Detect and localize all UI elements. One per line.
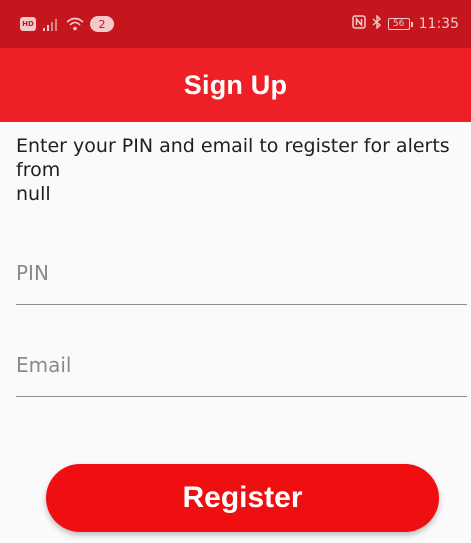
email-field	[16, 337, 467, 397]
email-input[interactable]	[16, 337, 467, 393]
sign-up-screen: HD 2 56 11:35 Sign Up Enter your PIN and…	[0, 0, 471, 543]
instructions-text: Enter your PIN and email to register for…	[16, 134, 466, 206]
battery-icon: 56	[387, 18, 413, 30]
bluetooth-icon	[372, 14, 382, 33]
pin-underline	[16, 304, 467, 305]
instructions-line: Enter your PIN and email to register for…	[16, 135, 450, 157]
app-bar: Sign Up	[0, 48, 471, 122]
status-bar: HD 2 56 11:35	[0, 0, 471, 48]
pin-input[interactable]	[16, 245, 467, 301]
register-button[interactable]: Register	[46, 464, 439, 532]
notification-count-badge: 2	[90, 16, 114, 32]
battery-level: 56	[387, 18, 410, 30]
hd-badge-icon: HD	[20, 17, 36, 31]
nfc-icon	[351, 15, 366, 33]
status-left-group: HD 2	[20, 15, 114, 33]
status-right-group: 56 11:35	[351, 14, 459, 33]
signal-icon	[42, 17, 60, 31]
email-underline	[16, 396, 467, 397]
page-title: Sign Up	[183, 69, 288, 100]
instructions-line: from	[16, 159, 61, 181]
instructions-line: null	[16, 183, 51, 205]
wifi-icon	[66, 17, 84, 31]
pin-field	[16, 245, 467, 305]
status-time: 11:35	[418, 16, 459, 32]
